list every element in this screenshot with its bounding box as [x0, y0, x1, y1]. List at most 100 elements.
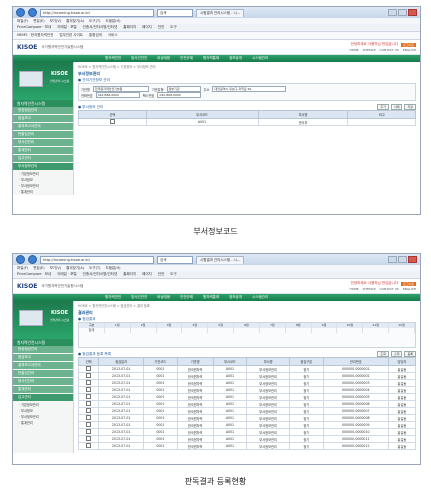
register-button[interactable]: 등록 — [404, 351, 416, 357]
nav-item[interactable]: 정보공개 — [229, 294, 242, 301]
sidebar-item[interactable]: 반출입관리 — [13, 370, 73, 378]
table-row[interactable]: 2013-07-01 0001 한국원자력 A001 부서정보관리 정기 000000-00… — [77, 442, 417, 450]
table-row[interactable]: A001 관리부 — [78, 118, 416, 126]
logout-button[interactable]: 로그아웃 — [400, 281, 416, 286]
minimize-icon[interactable] — [388, 9, 397, 16]
search-button[interactable]: 조회 — [377, 351, 389, 357]
fav-item[interactable]: 도구 — [170, 271, 176, 278]
nav-item[interactable]: 방사선안전 — [131, 55, 147, 62]
sidebar-item[interactable]: 방사선관리 — [13, 139, 73, 147]
top-link[interactable]: CONTACT US — [380, 48, 399, 52]
row-checkbox[interactable] — [109, 119, 115, 124]
top-link[interactable]: SITEMAP — [363, 287, 376, 291]
fav-item[interactable]: 업무관련 사이트 — [59, 32, 83, 39]
nav-item[interactable]: 방사선안전 — [131, 294, 147, 301]
logout-button[interactable]: 로그아웃 — [400, 42, 416, 47]
sidebar-item[interactable]: 점검보고 — [13, 354, 73, 362]
table-row[interactable]: 2013-07-01 0001 한국원자력 A001 부서정보관리 정기 000000-00… — [77, 435, 417, 443]
table-row[interactable]: 2013-07-01 0001 한국원자력 A001 부서정보관리 정기 000000-00… — [77, 407, 417, 415]
row-checkbox[interactable] — [86, 373, 92, 378]
fav-item[interactable]: 홈페이지 — [123, 24, 136, 31]
table-row[interactable]: 2013-07-01 0001 한국원자력 A001 부서정보관리 정기 000000-00… — [77, 428, 417, 436]
table-row[interactable]: 2013-07-01 0001 한국원자력 A001 부서정보관리 정기 000000-00… — [77, 414, 417, 422]
phone-field[interactable]: 042-868-0000 — [95, 92, 140, 98]
search-input[interactable]: 검색 — [157, 8, 193, 17]
search-input[interactable]: 검색 — [157, 255, 193, 264]
row-checkbox[interactable] — [86, 401, 92, 406]
row-checkbox[interactable] — [86, 387, 92, 392]
sidebar-item[interactable]: 통계관리 — [13, 147, 73, 155]
row-checkbox[interactable] — [86, 408, 92, 413]
row-checkbox[interactable] — [86, 429, 92, 434]
forward-icon[interactable] — [28, 8, 37, 17]
maximize-icon[interactable] — [398, 256, 407, 263]
address-bar[interactable]: http://incoming.kisoe.or.kr/ — [40, 8, 154, 17]
table-row[interactable]: 2013-07-01 0001 한국원자력 A001 부서정보관리 정기 000000-00… — [77, 365, 417, 373]
sidebar-item[interactable]: 현장점검관리 — [13, 346, 73, 354]
fav-item[interactable]: 통합검색 — [89, 32, 102, 39]
forward-icon[interactable] — [28, 255, 37, 264]
site-logo[interactable]: KISOE — [17, 44, 37, 51]
nav-item[interactable]: 비상대응 — [157, 294, 170, 301]
row-checkbox[interactable] — [86, 380, 92, 385]
top-link[interactable]: SITEMAP — [363, 48, 376, 52]
row-checkbox[interactable] — [86, 443, 92, 448]
sidebar-item[interactable]: 반출입관리 — [13, 131, 73, 139]
top-link[interactable]: CONTACT US — [380, 287, 399, 291]
address-bar[interactable]: http://incoming.kisoe.or.kr/ — [40, 255, 154, 264]
sidebar-subitem[interactable]: · 통계관리 — [13, 189, 73, 195]
nav-item[interactable]: 안전규제 — [180, 55, 193, 62]
nav-item[interactable]: 정보공개 — [229, 55, 242, 62]
sidebar-item[interactable]: 결과보고서관리 — [13, 123, 73, 131]
sidebar-item-active[interactable]: 입고관리 — [13, 394, 73, 402]
sidebar-subitem[interactable]: · 통계관리 — [13, 420, 73, 426]
save-button[interactable]: 저장 — [404, 104, 416, 110]
row-checkbox[interactable] — [86, 394, 92, 399]
top-link[interactable]: HOME — [349, 287, 358, 291]
fav-item[interactable]: 안전 — [158, 24, 164, 31]
address-field[interactable]: 대전광역시 유성구 과학로 62 — [212, 86, 287, 92]
row-checkbox[interactable] — [86, 415, 92, 420]
fav-item[interactable]: 홈페이지 — [123, 271, 136, 278]
nav-item[interactable]: 안전규제 — [180, 294, 193, 301]
browser-tab[interactable]: 시험결과 관리시스템 - 시... — [196, 8, 245, 17]
fav-item[interactable]: MEMS · 한국원자력안전 — [17, 32, 53, 39]
sidebar-item[interactable]: 통계관리 — [13, 386, 73, 394]
browser-tab[interactable]: 시험결과 관리시스템 - 시... — [196, 255, 245, 264]
sidebar-item[interactable]: 결과보고서관리 — [13, 362, 73, 370]
table-row[interactable]: 2013-07-01 0001 한국원자력 A001 부서정보관리 정기 000000-00… — [77, 421, 417, 429]
fav-item[interactable]: 안전 — [158, 271, 164, 278]
sidebar-item-active[interactable]: 부서정보관리 — [13, 163, 73, 171]
table-row[interactable]: 2013-07-01 0001 한국원자력 A001 부서정보관리 정기 000000-00… — [77, 400, 417, 408]
table-row[interactable]: 2013-07-01 0001 한국원자력 A001 부서정보관리 정기 000000-00… — [77, 379, 417, 387]
sidebar-item[interactable]: 방사선관리 — [13, 378, 73, 386]
sidebar-item[interactable]: 입고관리 — [13, 155, 73, 163]
back-icon[interactable] — [16, 8, 25, 17]
fax-field[interactable]: 042-868-0000 — [157, 92, 202, 98]
sidebar-item[interactable]: 점검보고 — [13, 115, 73, 123]
nav-item[interactable]: 원자력안전 — [105, 294, 121, 301]
fav-item[interactable]: 도구 — [170, 24, 176, 31]
fav-item[interactable]: 인증서/전자서명/인터넷 — [83, 24, 118, 31]
row-checkbox[interactable] — [86, 366, 92, 371]
fav-item[interactable]: 페이지 — [142, 271, 152, 278]
row-checkbox[interactable] — [86, 436, 92, 441]
top-link[interactable]: HOME — [349, 48, 358, 52]
minimize-icon[interactable] — [388, 256, 397, 263]
fav-item[interactable]: 서비스 — [108, 32, 118, 39]
table-row[interactable]: 2013-07-01 0001 한국원자력 A001 부서정보관리 정기 000000-00… — [77, 386, 417, 394]
nav-item[interactable]: 시스템관리 — [252, 55, 268, 62]
table-row[interactable]: 2013-07-01 0001 한국원자력 A001 부서정보관리 정기 000000-00… — [77, 393, 417, 401]
add-button[interactable]: 추가 — [377, 104, 389, 110]
site-logo[interactable]: KISOE — [17, 283, 37, 290]
close-icon[interactable] — [408, 9, 417, 16]
fav-item[interactable]: 페이지 — [142, 24, 152, 31]
print-button[interactable]: 출력 — [390, 351, 403, 357]
row-checkbox[interactable] — [86, 422, 92, 427]
nav-item[interactable]: 시스템관리 — [252, 294, 268, 301]
top-link[interactable]: ENGLISH — [403, 48, 416, 52]
top-link[interactable]: ENGLISH — [403, 287, 416, 291]
nav-item[interactable]: 비상대응 — [157, 55, 170, 62]
back-icon[interactable] — [16, 255, 25, 264]
close-icon[interactable] — [408, 256, 417, 263]
